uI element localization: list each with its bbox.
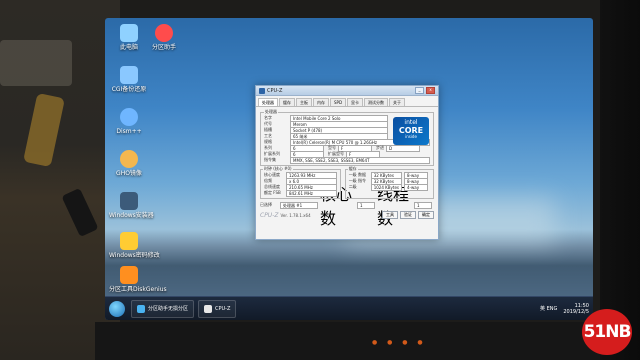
cpuz-icon [259, 87, 265, 94]
desktop-icon-label: Windows安装器 [109, 212, 154, 219]
tab-processor[interactable]: 处理器 [258, 98, 278, 106]
ok-button[interactable]: 确定 [418, 211, 434, 219]
tools-button[interactable]: 工具 [382, 211, 398, 219]
desktop-screen: 此电脑 分区助手 CGI备份还原 Dism++ GHO镜像 Windows安装器… [105, 18, 593, 320]
partition-icon [155, 24, 173, 42]
cpuz-window: CPU-Z _ x 处理器 缓存 主板 内存 SPD 显卡 测试分数 关于 处理… [255, 85, 439, 240]
partition-icon [137, 304, 145, 313]
tab-content: 处理器 intel CORE inside 名字 Intel Mobile Co… [256, 107, 438, 229]
rated-fsb-label: 额定 FSB [264, 190, 281, 195]
desktop-icon-label: 此电脑 [119, 44, 138, 51]
rated-fsb-field: 842.61 MHz [286, 189, 337, 197]
desktop-icon-label: 分区助手 [151, 44, 176, 51]
cores-field: 1 [357, 201, 376, 209]
disk-icon [120, 266, 138, 284]
l2-way: 4-way [404, 183, 428, 191]
minimize-button[interactable]: _ [415, 87, 424, 94]
desktop-icon-label: GHO镜像 [116, 170, 142, 177]
intel-core-badge: intel CORE inside [393, 117, 429, 145]
taskbar-item-partition[interactable]: 分区助手无损分区 [131, 299, 195, 318]
desktop-icon-label: Windows密码修改 [109, 252, 160, 259]
cpuz-icon [204, 304, 213, 313]
input-indicator[interactable]: 英 ENG [540, 305, 557, 312]
group-title: 缓存 [347, 166, 358, 172]
key-icon [120, 232, 138, 250]
desktop-icon-label: Dism++ [116, 128, 142, 135]
taskbar-item-label: CPU-Z [215, 305, 231, 312]
desk-object [0, 40, 72, 86]
selection-label: 已选择 [260, 202, 272, 207]
group-title: 时钟 (核心 #0) [263, 166, 293, 172]
window-title: CPU-Z [267, 87, 283, 94]
desktop-icon-win-installer[interactable]: Windows安装器 [109, 192, 154, 219]
desktop-icon-diskgenius[interactable]: 分区工具DiskGenius [109, 266, 167, 293]
close-button[interactable]: x [426, 87, 435, 94]
version-label: Ver. 1.78.1.x64 [280, 212, 311, 218]
tab-cache[interactable]: 缓存 [279, 98, 295, 106]
desktop-icon-label: 分区工具DiskGenius [109, 286, 167, 293]
installer-icon [120, 192, 138, 210]
start-button[interactable] [109, 300, 125, 317]
photo-surroundings-right [600, 0, 640, 360]
backup-icon [120, 66, 138, 84]
instructions-label: 指令集 [264, 157, 276, 162]
desktop-icon-label: CGI备份还原 [111, 86, 147, 93]
taskbar-item-cpuz[interactable]: CPU-Z [198, 299, 237, 318]
gear-icon [120, 108, 138, 126]
validate-button[interactable]: 验证 [400, 211, 416, 219]
window-titlebar[interactable]: CPU-Z _ x [256, 86, 438, 96]
clock-date: 2019/12/5 [563, 308, 589, 315]
group-title: 处理器 [264, 109, 278, 115]
l2-label: 二级 [348, 184, 357, 189]
tab-mainboard[interactable]: 主板 [296, 98, 312, 106]
processor-group: 处理器 intel CORE inside 名字 Intel Mobile Co… [260, 109, 434, 166]
footer-logo: CPU-Z [260, 211, 279, 219]
taskbar: 分区助手无损分区 CPU-Z 英 ENG 11:50 2019/12/5 [105, 296, 593, 320]
threads-field: 1 [414, 201, 432, 209]
desktop-icon-gho[interactable]: GHO镜像 [109, 150, 149, 177]
tab-strip: 处理器 缓存 主板 内存 SPD 显卡 测试分数 关于 [256, 96, 438, 107]
desktop-icon-dism[interactable]: Dism++ [109, 108, 149, 135]
desktop-icon-this-pc[interactable]: 此电脑 [109, 24, 149, 51]
desktop-icon-password[interactable]: Windows密码修改 [109, 232, 160, 259]
tab-spd[interactable]: SPD [330, 98, 347, 106]
taskbar-item-label: 分区助手无损分区 [148, 306, 189, 312]
tab-bench[interactable]: 测试分数 [364, 98, 389, 106]
clock[interactable]: 11:50 2019/12/5 [563, 303, 589, 315]
desktop-icon-partition-assistant[interactable]: 分区助手 [144, 24, 184, 51]
watermark-logo: 51NB [582, 309, 632, 355]
selection-select[interactable]: 处理器 #1 [280, 201, 319, 209]
instructions-field: MMX, SSE, SSE2, SSE3, SSSE3, EM64T [290, 156, 430, 164]
ghost-icon [120, 150, 138, 168]
clock-group: 时钟 (核心 #0) 核心速度 1263.93 MHz 倍频 x 6.0 总线速… [260, 166, 341, 199]
tab-memory[interactable]: 内存 [313, 98, 329, 106]
desktop-icon-cgi[interactable]: CGI备份还原 [109, 66, 149, 93]
l2-field: 1024 KBytes [370, 183, 402, 191]
cache-group: 缓存 一级 数据 32 KBytes 8-way 一级 指令 32 KBytes… [344, 166, 434, 199]
system-tray: 英 ENG 11:50 2019/12/5 [540, 303, 589, 315]
tab-about[interactable]: 关于 [389, 98, 406, 106]
monitor-bezel [95, 322, 600, 360]
computer-icon [120, 24, 138, 42]
tab-graphics[interactable]: 显卡 [347, 98, 364, 106]
bezel-indicators: ● ● ● ● [372, 339, 427, 346]
stepping-field: D [386, 144, 420, 152]
